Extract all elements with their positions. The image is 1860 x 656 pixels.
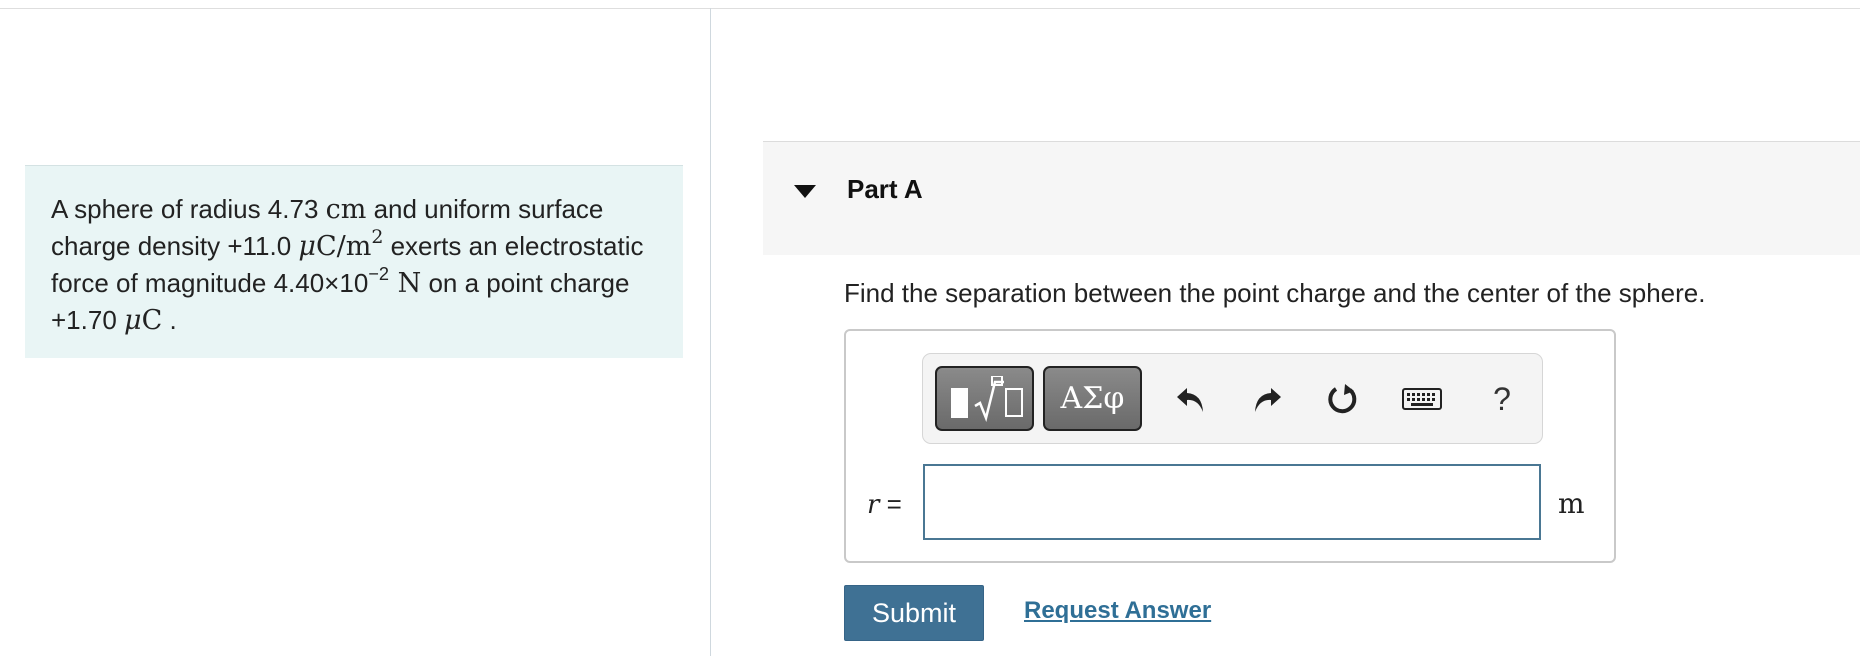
unit-coulomb: C (141, 305, 163, 336)
mu-symbol: μ (124, 305, 142, 336)
request-answer-link[interactable]: Request Answer (1024, 597, 1211, 625)
exponent: −2 (368, 264, 390, 285)
reset-icon[interactable] (1320, 376, 1366, 422)
problem-statement: A sphere of radius 4.73 cm and uniform s… (25, 165, 683, 358)
unit-newton: N (389, 268, 422, 299)
submit-button[interactable]: Submit (844, 585, 984, 641)
collapse-caret-icon[interactable] (794, 185, 816, 198)
exponent: 2 (371, 226, 384, 248)
problem-text: A sphere of radius 4.73 cm and uniform s… (51, 191, 657, 339)
undo-icon[interactable] (1168, 376, 1214, 422)
answer-box: ΑΣφ ? r = m (844, 329, 1616, 563)
variable-symbol: r (867, 490, 880, 520)
greek-symbols-button[interactable]: ΑΣφ (1043, 366, 1142, 431)
problem-text-part: A sphere of radius 4.73 (51, 194, 326, 224)
sqrt-icon (974, 376, 1004, 422)
unit-cm: cm (325, 194, 367, 225)
answer-variable-label: r = (867, 489, 902, 520)
unit-charge-density: C/m (315, 231, 372, 262)
mu-symbol: μ (298, 231, 316, 262)
help-button[interactable]: ? (1479, 376, 1525, 422)
question-text: Find the separation between the point ch… (844, 278, 1706, 308)
keyboard-icon[interactable] (1399, 376, 1445, 422)
block-icon (951, 388, 968, 418)
box-icon (1005, 388, 1023, 417)
answer-input[interactable] (923, 464, 1541, 540)
column-divider (710, 8, 711, 656)
math-toolbar: ΑΣφ ? (922, 353, 1543, 444)
equals-sign: = (879, 489, 902, 519)
problem-text-part: . (162, 305, 177, 335)
answer-unit: m (1558, 487, 1585, 520)
part-title: Part A (847, 174, 923, 204)
top-rule (0, 0, 1860, 9)
templates-button[interactable] (935, 366, 1034, 431)
part-a-header[interactable]: Part A (763, 141, 1860, 255)
redo-icon[interactable] (1244, 376, 1290, 422)
